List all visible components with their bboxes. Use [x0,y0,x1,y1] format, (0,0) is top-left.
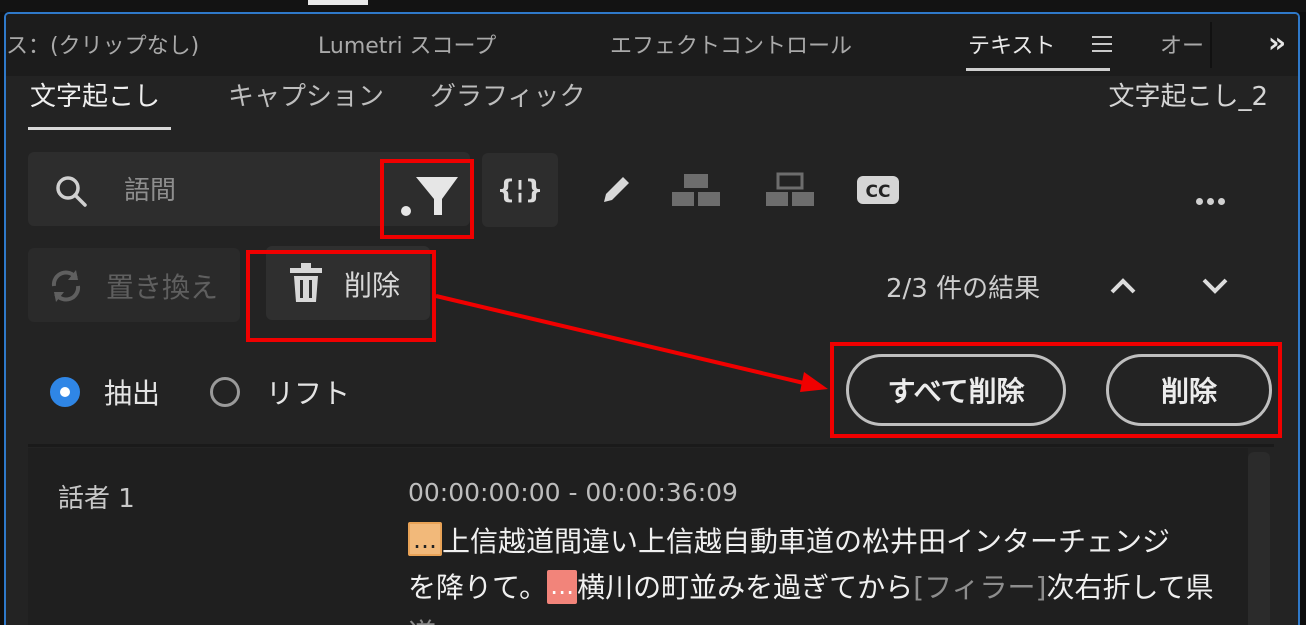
app-window: ス：(クリップなし) Lumetri スコープ エフェクトコントロール テキスト… [0,0,1306,625]
annotation-arrow [435,294,828,392]
